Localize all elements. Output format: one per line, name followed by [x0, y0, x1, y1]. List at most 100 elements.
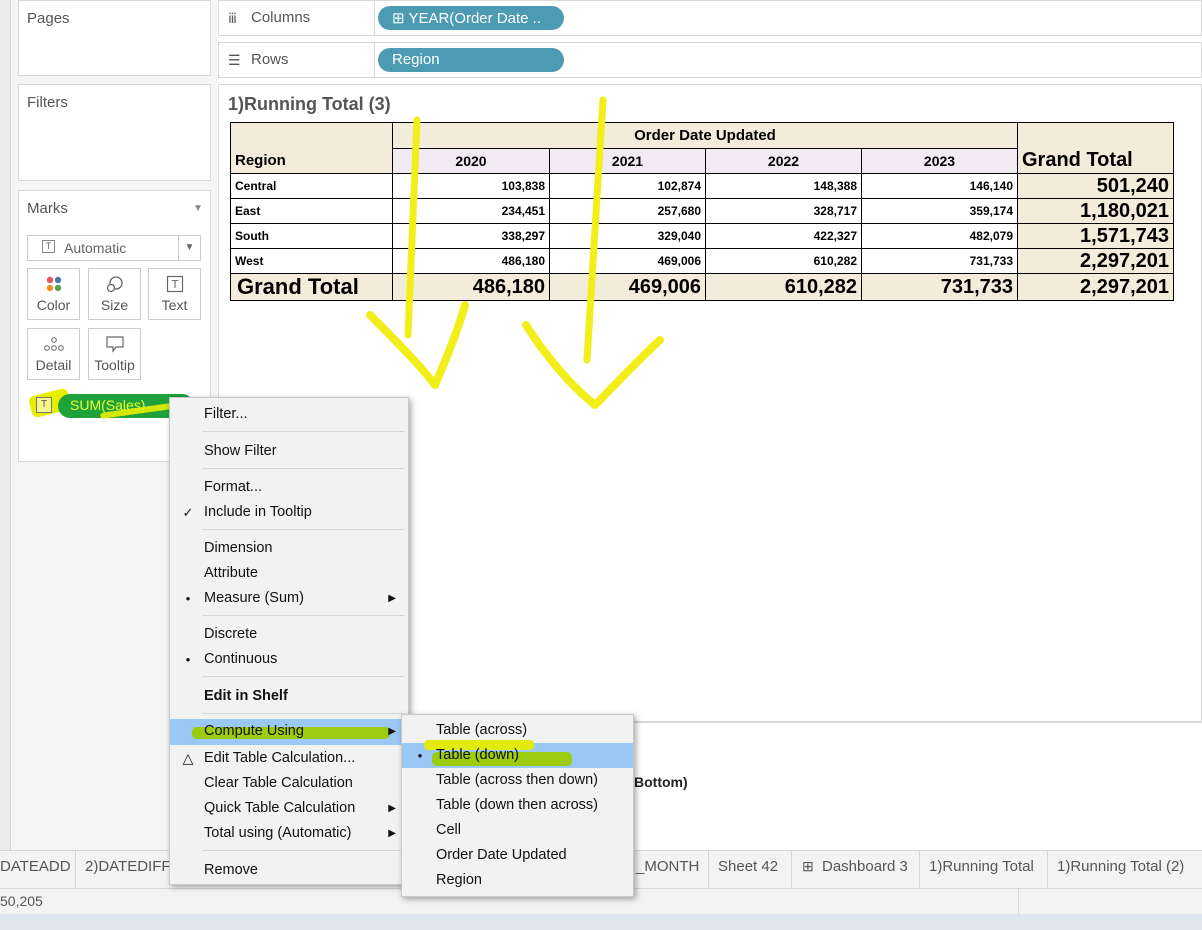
submenu-item-cell[interactable]: Cell: [402, 818, 633, 843]
menu-item-edit-table-calc[interactable]: △ Edit Table Calculation...: [170, 746, 408, 771]
filters-title: Filters: [27, 94, 68, 111]
grand-total-header[interactable]: Grand Total: [1017, 148, 1174, 174]
detail-icon: [28, 329, 79, 353]
year-order-date-pill[interactable]: ⊞ YEAR(Order Date ..: [378, 6, 564, 30]
submenu-item-region[interactable]: Region: [402, 868, 633, 893]
filters-card[interactable]: Filters: [18, 84, 211, 181]
submenu-item-table-down[interactable]: • Table (down): [402, 740, 633, 768]
tooltip-button[interactable]: Tooltip: [88, 328, 141, 380]
os-taskbar: [0, 914, 1202, 930]
row-total-cell[interactable]: 501,240: [1017, 173, 1174, 199]
rows-shelf[interactable]: ☰ Rows Region: [218, 42, 1202, 78]
menu-item-format[interactable]: Format...: [170, 475, 408, 500]
menu-label: Measure (Sum): [204, 590, 304, 606]
tab-divider: [75, 850, 76, 888]
menu-item-total-using[interactable]: Total using (Automatic) ▶: [170, 821, 408, 846]
value-cell[interactable]: 610,282: [705, 248, 862, 274]
row-total-cell[interactable]: 1,571,743: [1017, 223, 1174, 249]
columns-label: Columns: [251, 9, 311, 26]
menu-label: Include in Tooltip: [204, 504, 312, 520]
menu-item-filter[interactable]: Filter...: [170, 402, 408, 427]
row-total-cell[interactable]: 1,180,021: [1017, 198, 1174, 224]
value-cell[interactable]: 328,717: [705, 198, 862, 224]
menu-item-show-filter[interactable]: Show Filter: [170, 439, 408, 464]
menu-item-dimension[interactable]: Dimension: [170, 536, 408, 561]
submenu-arrow-icon: ▶: [388, 726, 396, 737]
grand-total-total-cell[interactable]: 2,297,201: [1017, 273, 1174, 301]
bullet-icon: •: [417, 748, 423, 763]
menu-label: Continuous: [204, 651, 278, 667]
grand-total-cell[interactable]: 610,282: [705, 273, 862, 301]
color-button[interactable]: Color: [27, 268, 80, 320]
rows-label: Rows: [251, 51, 289, 68]
menu-item-continuous[interactable]: • Continuous: [170, 647, 408, 672]
submenu-label: Table (down): [436, 747, 520, 763]
menu-separator: [202, 713, 404, 714]
menu-label: Clear Table Calculation: [204, 775, 353, 791]
columns-shelf[interactable]: ⅲ Columns ⊞ YEAR(Order Date ..: [218, 0, 1202, 36]
menu-separator: [202, 431, 404, 432]
tooltip-label: Tooltip: [94, 357, 135, 373]
value-cell[interactable]: 148,388: [705, 173, 862, 199]
size-button[interactable]: Size: [88, 268, 141, 320]
detail-button[interactable]: Detail: [27, 328, 80, 380]
menu-separator: [202, 615, 404, 616]
menu-label: Format...: [204, 479, 263, 495]
grand-total-cell[interactable]: 731,733: [861, 273, 1018, 301]
menu-item-discrete[interactable]: Discrete: [170, 622, 408, 647]
menu-label: Attribute: [204, 565, 258, 581]
menu-item-attribute[interactable]: Attribute: [170, 561, 408, 586]
hidden-calc-text: Bottom): [634, 774, 688, 790]
menu-item-compute-using[interactable]: Compute Using ▶: [170, 719, 408, 745]
tab-dashboard-3[interactable]: Dashboard 3: [822, 858, 908, 875]
submenu-arrow-icon: ▶: [388, 593, 396, 604]
value-cell[interactable]: 146,140: [861, 173, 1018, 199]
status-value: 50,205: [0, 893, 43, 909]
tab-sheet-42[interactable]: Sheet 42: [718, 858, 778, 875]
menu-item-include-tooltip[interactable]: ✓ Include in Tooltip: [170, 500, 408, 525]
tab-dateadd[interactable]: DATEADD: [0, 858, 71, 875]
value-cell[interactable]: 482,079: [861, 223, 1018, 249]
submenu-item-table-down-then-across[interactable]: Table (down then across): [402, 793, 633, 818]
value-cell[interactable]: 731,733: [861, 248, 1018, 274]
menu-item-remove[interactable]: Remove: [170, 858, 408, 883]
value-cell[interactable]: 359,174: [861, 198, 1018, 224]
submenu-label: Cell: [436, 822, 461, 838]
menu-item-edit-in-shelf[interactable]: Edit in Shelf: [170, 684, 408, 709]
pages-card[interactable]: Pages: [18, 0, 211, 76]
tab-month[interactable]: _MONTH: [636, 858, 699, 875]
mark-type-dropdown[interactable]: T Automatic ▼: [27, 235, 201, 261]
value-cell[interactable]: 422,327: [705, 223, 862, 249]
submenu-item-table-across-then-down[interactable]: Table (across then down): [402, 768, 633, 793]
submenu-arrow-icon: ▶: [388, 828, 396, 839]
tab-running-total-2[interactable]: 1)Running Total (2): [1057, 858, 1184, 875]
marks-collapse-icon[interactable]: ▼: [193, 203, 203, 214]
region-pill[interactable]: Region: [378, 48, 564, 72]
menu-item-quick-table-calc[interactable]: Quick Table Calculation ▶: [170, 796, 408, 821]
tooltip-icon: [89, 329, 140, 353]
row-total-cell[interactable]: 2,297,201: [1017, 248, 1174, 274]
menu-item-measure[interactable]: • Measure (Sum) ▶: [170, 586, 408, 611]
text-button[interactable]: T Text: [148, 268, 201, 320]
menu-label: Total using (Automatic): [204, 825, 352, 841]
pages-title: Pages: [27, 10, 70, 27]
color-label: Color: [36, 297, 71, 313]
menu-item-clear-table-calc[interactable]: Clear Table Calculation: [170, 771, 408, 796]
detail-label: Detail: [35, 357, 72, 373]
text-icon: T: [149, 269, 200, 293]
submenu-item-order-date-updated[interactable]: Order Date Updated: [402, 843, 633, 868]
year-header[interactable]: 2023: [861, 148, 1018, 174]
tab-datediff[interactable]: 2)DATEDIFF: [85, 858, 171, 875]
submenu-label: Order Date Updated: [436, 847, 567, 863]
tab-running-total[interactable]: 1)Running Total: [929, 858, 1034, 875]
menu-separator: [202, 529, 404, 530]
menu-label: Show Filter: [204, 443, 277, 459]
year-header[interactable]: 2022: [705, 148, 862, 174]
menu-label: Dimension: [204, 540, 273, 556]
bullet-icon: •: [185, 591, 191, 606]
svg-text:T: T: [170, 278, 178, 291]
tab-divider: [1047, 850, 1048, 888]
delta-icon: △: [182, 750, 194, 766]
menu-label: Discrete: [204, 626, 258, 642]
status-divider: [1018, 889, 1019, 915]
